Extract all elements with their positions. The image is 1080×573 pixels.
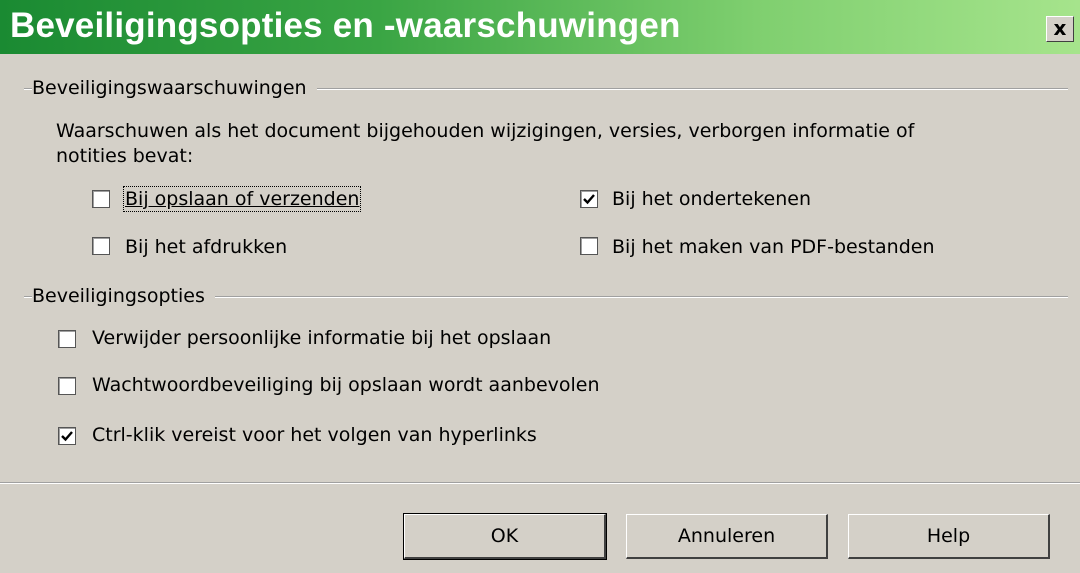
close-button[interactable]: x xyxy=(1046,16,1074,42)
checkmark-icon xyxy=(61,431,73,442)
signing-checkbox[interactable] xyxy=(580,190,598,208)
ctrl-click-hyperlinks-checkbox[interactable] xyxy=(58,427,76,445)
title-bar: Beveiligingsopties en -waarschuwingen x xyxy=(0,0,1080,54)
warnings-group-heading: Beveiligingswaarschuwingen xyxy=(32,77,317,99)
signing-label[interactable]: Bij het ondertekenen xyxy=(612,188,811,210)
cancel-button[interactable]: Annuleren xyxy=(626,514,828,559)
checkmark-icon xyxy=(583,194,595,205)
remove-personal-info-checkbox[interactable] xyxy=(58,330,76,348)
password-recommended-label[interactable]: Wachtwoordbeveiliging bij opslaan wordt … xyxy=(92,374,600,396)
remove-personal-info-label[interactable]: Verwijder persoonlijke informatie bij he… xyxy=(92,327,551,349)
security-group-heading: Beveiligingsopties xyxy=(32,285,215,307)
ctrl-click-hyperlinks-label[interactable]: Ctrl-klik vereist voor het volgen van hy… xyxy=(92,424,537,446)
close-icon: x xyxy=(1053,16,1067,40)
print-label[interactable]: Bij het afdrukken xyxy=(125,236,287,258)
button-separator xyxy=(0,482,1080,484)
password-recommended-checkbox[interactable] xyxy=(58,377,76,395)
pdf-creation-checkbox[interactable] xyxy=(580,237,598,255)
pdf-creation-label[interactable]: Bij het maken van PDF-bestanden xyxy=(612,236,935,258)
help-button[interactable]: Help xyxy=(848,514,1050,559)
ok-button[interactable]: OK xyxy=(403,513,607,560)
save-or-send-label[interactable]: Bij opslaan of verzenden xyxy=(122,186,362,212)
warnings-description-line-1: Waarschuwen als het document bijgehouden… xyxy=(56,120,915,142)
warnings-description-line-2: notities bevat: xyxy=(56,145,194,167)
dialog-title: Beveiligingsopties en -waarschuwingen xyxy=(10,6,681,45)
save-or-send-checkbox[interactable] xyxy=(92,190,110,208)
print-checkbox[interactable] xyxy=(92,237,110,255)
